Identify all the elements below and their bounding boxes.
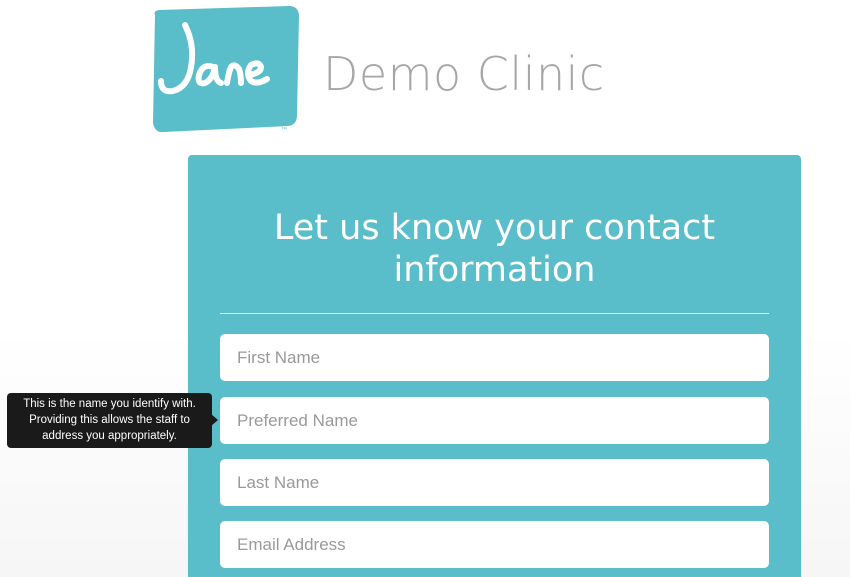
email-address-input[interactable] [220,521,769,568]
preferred-name-tooltip: This is the name you identify with. Prov… [7,393,212,448]
jane-logo: ™ [153,6,299,133]
form-title-line1: Let us know your contact [273,208,716,248]
form-title-line2: information [393,250,596,290]
svg-text:™: ™ [281,126,287,133]
tooltip-line: Providing this allows the staff to [29,414,190,426]
title-divider [220,313,769,314]
page: ™ Demo Clinic Let us know your contact i… [0,0,850,577]
clinic-name: Demo Clinic [323,47,605,101]
tooltip-line: This is the name you identify with. [23,398,196,410]
preferred-name-input[interactable] [220,397,769,444]
tooltip-arrow [211,414,218,426]
first-name-input[interactable] [220,334,769,381]
tooltip-line: address you appropriately. [42,430,177,442]
last-name-input[interactable] [220,459,769,506]
form-title: Let us know your contact information [188,207,801,291]
